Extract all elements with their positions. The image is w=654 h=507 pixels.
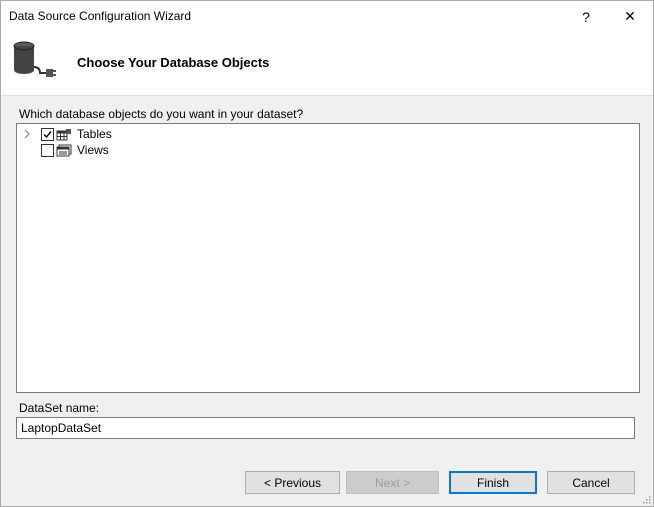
tree-node-label: Tables	[77, 127, 112, 141]
tree-node-label: Views	[77, 143, 109, 157]
resize-grip-icon[interactable]	[641, 494, 651, 504]
close-icon: ✕	[624, 8, 636, 24]
dataset-name-input[interactable]	[16, 417, 635, 439]
views-checkbox[interactable]	[41, 144, 54, 157]
cancel-button[interactable]: Cancel	[547, 471, 635, 494]
dataset-name-label: DataSet name:	[19, 401, 100, 415]
table-icon	[56, 129, 71, 141]
help-button[interactable]: ?	[564, 1, 608, 32]
next-button: Next >	[346, 471, 439, 494]
window-title: Data Source Configuration Wizard	[9, 9, 192, 23]
finish-button[interactable]: Finish	[449, 471, 537, 494]
objects-prompt-label: Which database objects do you want in yo…	[19, 107, 304, 121]
wizard-header: Choose Your Database Objects	[1, 32, 653, 96]
tables-checkbox[interactable]	[41, 128, 54, 141]
close-button[interactable]: ✕	[608, 1, 652, 32]
help-icon: ?	[582, 8, 590, 25]
page-title: Choose Your Database Objects	[77, 55, 270, 70]
tree-node-views[interactable]: Views	[17, 142, 639, 158]
wizard-window: Data Source Configuration Wizard ? ✕ Cho…	[0, 0, 654, 507]
database-connection-icon	[13, 41, 56, 77]
previous-button[interactable]: < Previous	[245, 471, 340, 494]
view-icon	[56, 144, 72, 157]
chevron-right-icon[interactable]	[22, 128, 32, 140]
tree-node-tables[interactable]: Tables	[17, 126, 639, 142]
title-bar[interactable]: Data Source Configuration Wizard ? ✕	[1, 1, 653, 32]
database-objects-tree[interactable]: Tables Views	[16, 123, 640, 393]
